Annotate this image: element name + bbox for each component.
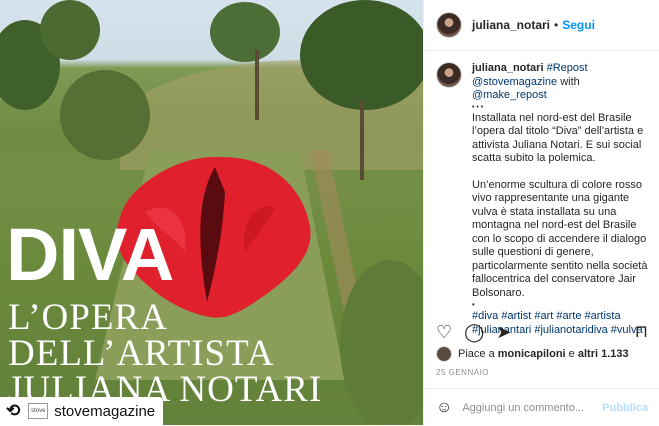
caption-paragraph: Un’enorme scultura di colore rosso vivo … bbox=[472, 178, 648, 299]
repost-icon: ⟲ bbox=[6, 401, 21, 420]
tree-trunk bbox=[360, 100, 364, 180]
bullets: • • • bbox=[472, 103, 484, 111]
follow-button[interactable]: Segui bbox=[562, 18, 595, 32]
post-header: juliana_notari • Segui bbox=[424, 0, 659, 51]
action-bar: ♡ ◯ ➤ ⊓ bbox=[436, 318, 648, 346]
publish-button[interactable]: Pubblica bbox=[602, 402, 648, 414]
tree bbox=[60, 70, 150, 160]
post-caption: juliana_notari #Repost @stovemagazine wi… bbox=[436, 62, 652, 337]
tree-trunk bbox=[255, 50, 259, 120]
liker-avatar bbox=[436, 346, 452, 362]
tree bbox=[40, 0, 100, 60]
likes-others[interactable]: altri 1.133 bbox=[578, 348, 629, 360]
post-sidebar: juliana_notari • Segui juliana_notari #R… bbox=[423, 0, 659, 425]
caption-line: DELL’ARTISTA bbox=[8, 333, 275, 374]
avatar[interactable] bbox=[436, 62, 462, 88]
post-date[interactable]: 25 GENNAIO bbox=[436, 368, 489, 377]
header-username[interactable]: juliana_notari bbox=[472, 18, 550, 32]
comment-icon[interactable]: ◯ bbox=[464, 322, 484, 343]
caption-username[interactable]: juliana_notari bbox=[472, 62, 544, 74]
avatar[interactable] bbox=[436, 12, 462, 38]
caption-line: L’OPERA bbox=[8, 297, 168, 338]
likes-prefix: Piace a bbox=[458, 348, 495, 360]
likes-line: Piace a monicapiloni e altri 1.133 bbox=[436, 346, 629, 362]
emoji-icon[interactable]: ☺ bbox=[436, 399, 452, 417]
with-text: with bbox=[560, 75, 580, 88]
comment-bar: ☺ Aggiungi un commento... Pubblica bbox=[424, 388, 659, 426]
liker-username[interactable]: monicapiloni bbox=[498, 348, 566, 360]
overlay-caption: L’OPERA DELL’ARTISTA JULIANA NOTARI bbox=[8, 297, 322, 408]
overlay-title: DIVA bbox=[6, 213, 174, 296]
likes-connector: e bbox=[568, 348, 575, 360]
instagram-post: DIVA L’OPERA DELL’ARTISTA JULIANA NOTARI… bbox=[0, 0, 659, 425]
share-icon[interactable]: ➤ bbox=[496, 322, 511, 343]
app-user-link[interactable]: @make_repost bbox=[472, 89, 547, 101]
repost-hashtag[interactable]: #Repost bbox=[547, 62, 588, 74]
caption-paragraph: Installata nel nord-est del Brasile l’op… bbox=[472, 111, 644, 165]
repost-username: stovemagazine bbox=[54, 402, 156, 420]
stove-logo: stove bbox=[28, 403, 49, 419]
bullet: • bbox=[472, 300, 475, 309]
source-user-link[interactable]: @stovemagazine bbox=[472, 76, 557, 88]
separator: • bbox=[554, 18, 559, 32]
bookmark-icon[interactable]: ⊓ bbox=[635, 322, 648, 342]
tree bbox=[300, 0, 423, 110]
heart-icon[interactable]: ♡ bbox=[436, 322, 452, 343]
comment-input[interactable]: Aggiungi un commento... bbox=[462, 402, 602, 414]
tree bbox=[210, 2, 280, 62]
post-photo[interactable]: DIVA L’OPERA DELL’ARTISTA JULIANA NOTARI… bbox=[0, 0, 423, 425]
repost-badge: ⟲ stove stovemagazine bbox=[0, 397, 164, 425]
